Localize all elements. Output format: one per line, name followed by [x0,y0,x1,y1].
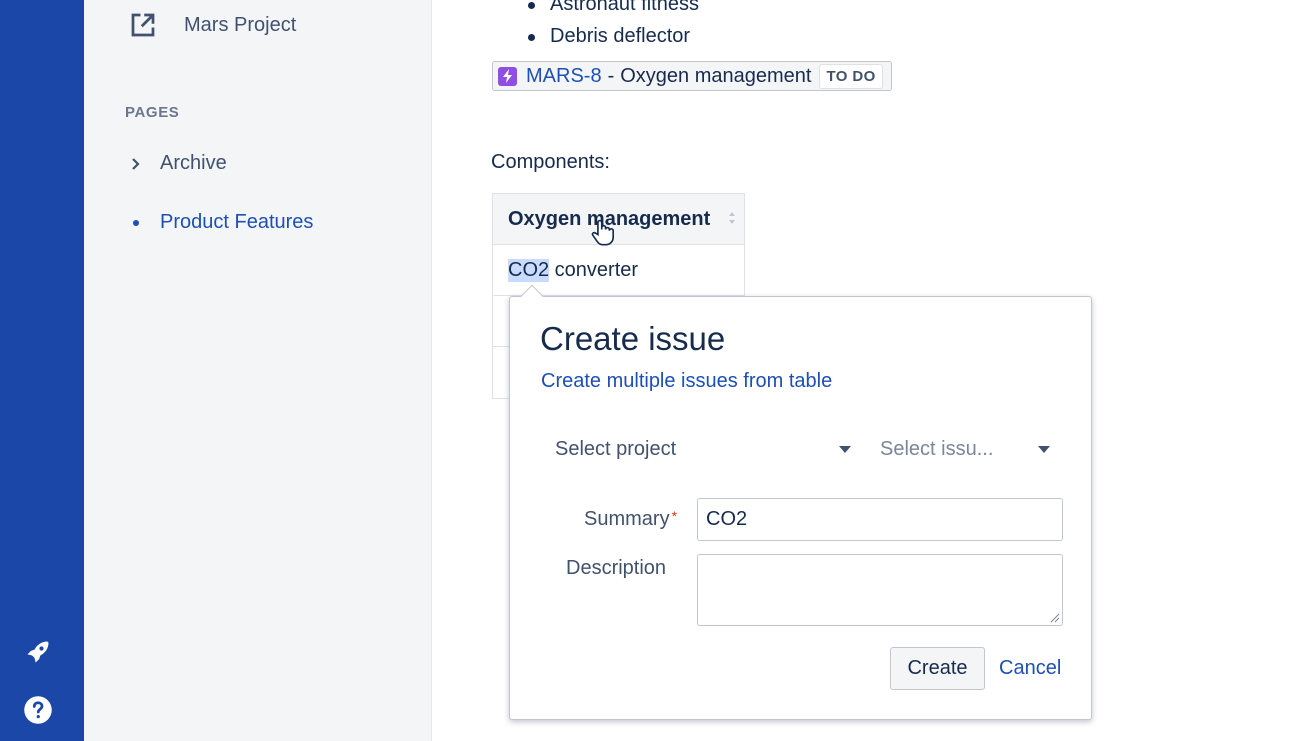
components-label: Components: [491,151,610,173]
cell-text: converter [549,258,639,281]
issue-key-link[interactable]: MARS-8 [526,65,602,88]
help-button[interactable] [22,694,54,726]
project-select-value: Select project [555,437,677,460]
space-sidebar: Mars Project PAGES Archive Product Featu… [84,0,432,741]
dialog-title: Create issue [540,320,726,357]
chevron-down-icon [839,446,851,453]
pages-heading: PAGES [125,104,180,121]
chevron-right-icon[interactable] [130,157,142,171]
hand-cursor-icon [591,219,615,246]
summary-label: Summary * [584,508,677,531]
list-item: Astronaut fitness [528,0,699,20]
space-link-label: Mars Project [184,13,297,36]
create-multiple-issues-link[interactable]: Create multiple issues from table [541,370,832,393]
create-issue-dialog: Create issue Create multiple issues from… [509,284,1092,720]
rocket-button[interactable] [22,636,54,668]
epic-lightning-icon [498,66,517,86]
active-page-dot-icon [133,219,139,226]
issue-type-select[interactable]: Select issu... [880,430,1050,468]
project-select[interactable]: Select project [555,430,851,468]
issue-type-select-value: Select issu... [880,437,994,460]
space-link-mars-project[interactable]: Mars Project [128,10,296,40]
chevron-down-icon [1038,446,1050,453]
sidebar-item-label: Archive [160,152,227,174]
cancel-button[interactable]: Cancel [999,657,1061,680]
create-button[interactable]: Create [890,647,985,690]
help-icon [24,696,52,724]
required-marker: * [671,508,678,524]
issue-separator: - [607,64,615,87]
external-link-icon [131,13,155,37]
description-textarea[interactable] [697,554,1063,626]
page-content: Astronaut fitness Debris deflector MARS-… [433,0,1316,741]
list-item: Debris deflector [528,20,699,52]
status-badge: TO DO [819,63,883,89]
resize-grip-icon[interactable] [1050,613,1060,623]
sidebar-item-product-features[interactable]: Product Features [130,211,313,234]
selected-text: CO2 [508,258,550,282]
summary-label-text: Summary [584,508,670,530]
jira-issue-macro[interactable]: MARS-8 - Oxygen management TO DO [492,61,892,91]
bullet-list: Astronaut fitness Debris deflector [528,0,699,52]
sort-icon[interactable] [728,211,736,225]
issue-summary: Oxygen management [620,64,812,87]
rocket-icon [27,641,49,663]
global-nav-rail [0,0,84,741]
summary-input[interactable]: CO2 [697,498,1063,541]
sidebar-item-archive[interactable]: Archive [130,152,227,175]
table-header-oxygen-management[interactable]: Oxygen management [493,194,744,245]
description-label: Description [566,557,667,579]
sidebar-item-label: Product Features [160,211,314,233]
